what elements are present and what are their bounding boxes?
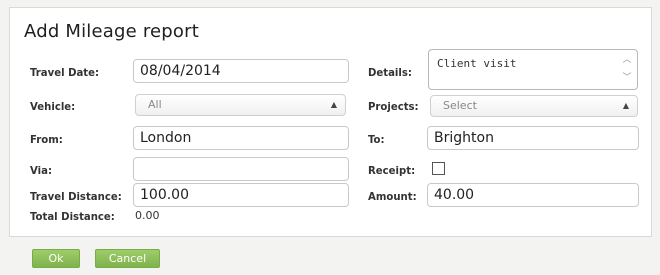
projects-select[interactable]: Select ▲ [430, 95, 638, 117]
receipt-label: Receipt: [368, 164, 416, 177]
scroll-down-icon[interactable]: ﹀ [621, 71, 633, 85]
via-label: Via: [30, 164, 53, 177]
travel-distance-input[interactable]: 100.00 [133, 183, 349, 207]
travel-distance-label: Travel Distance: [30, 190, 122, 203]
cancel-button[interactable]: Cancel [95, 249, 160, 268]
page-title: Add Mileage report [24, 21, 200, 42]
vehicle-select[interactable]: All ▲ [135, 94, 346, 116]
travel-date-label: Travel Date: [30, 66, 100, 79]
to-input[interactable]: Brighton [427, 126, 639, 150]
details-label: Details: [368, 66, 412, 79]
textarea-scrollbar[interactable]: ︿ ﹀ [621, 53, 633, 86]
vehicle-label: Vehicle: [30, 100, 76, 113]
vehicle-selected-value: All [148, 98, 162, 111]
via-input[interactable] [133, 157, 349, 181]
receipt-checkbox[interactable] [432, 162, 445, 175]
total-distance-label: Total Distance: [30, 210, 115, 223]
amount-input[interactable]: 40.00 [427, 183, 639, 207]
projects-label: Projects: [368, 100, 419, 113]
to-label: To: [368, 133, 385, 146]
total-distance-value: 0.00 [135, 209, 160, 222]
ok-button[interactable]: Ok [32, 249, 80, 268]
from-input[interactable]: London [133, 126, 349, 150]
from-label: From: [30, 133, 63, 146]
details-textarea[interactable]: Client visit ︿ ﹀ [428, 49, 638, 90]
details-text: Client visit [437, 57, 517, 70]
scroll-up-icon[interactable]: ︿ [621, 53, 633, 67]
travel-date-input[interactable]: 08/04/2014 [133, 59, 349, 83]
projects-selected-value: Select [443, 99, 477, 112]
amount-label: Amount: [368, 190, 417, 203]
select-arrows-icon: ▲ [622, 101, 629, 110]
select-arrows-icon: ▲ [330, 100, 337, 109]
